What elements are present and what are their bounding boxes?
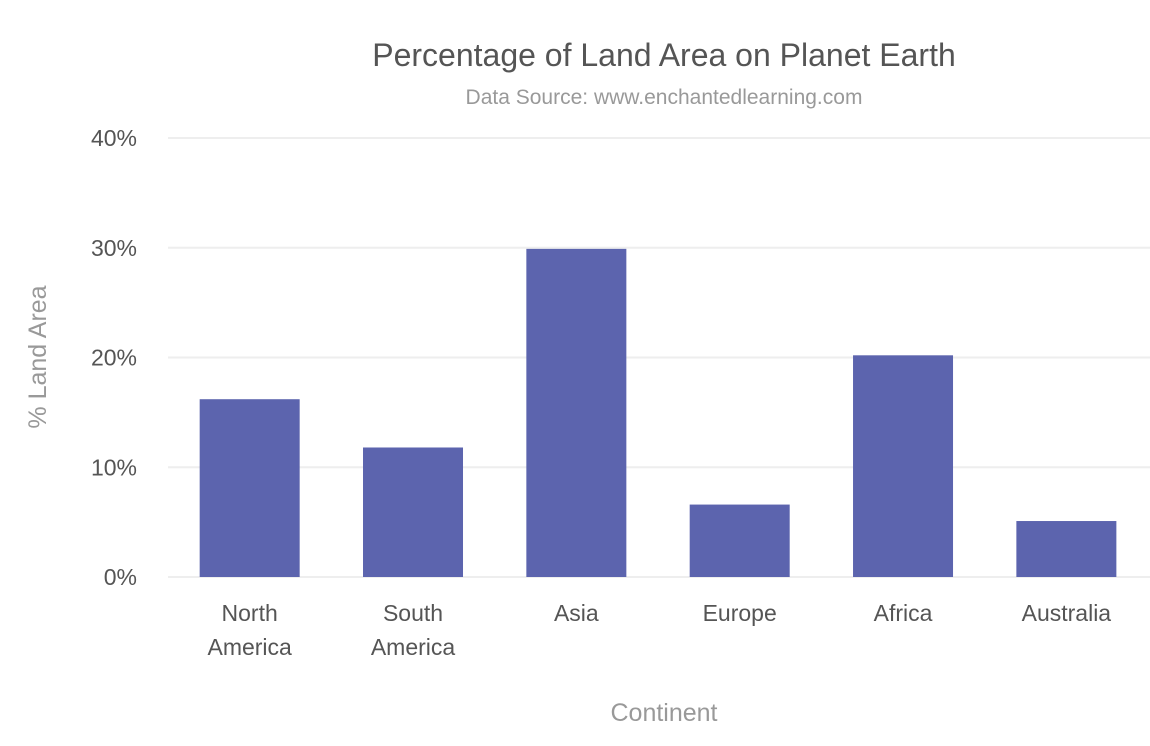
x-tick-label: Africa [874,600,933,626]
bar-asia [526,248,627,577]
chart-title: Percentage of Land Area on Planet Earth [372,37,956,73]
x-axis-ticks: North America South America Asia Europe Africa… [207,600,1111,660]
y-tick-label: 0% [104,564,137,590]
y-tick-label: 30% [91,235,137,261]
x-axis-label: Continent [610,699,717,727]
bar-south-america [363,447,464,577]
bar-chart: Percentage of Land Area on Planet Earth … [24,37,1150,727]
y-axis-label: % Land Area [24,285,52,428]
y-tick-label: 10% [91,454,137,480]
bar-africa [853,355,954,577]
x-tick-label: South America [371,600,456,660]
bar-australia [1016,521,1117,577]
bar-north-america [199,399,300,577]
x-tick-label: Asia [554,600,599,626]
chart-subtitle: Data Source: www.enchantedlearning.com [466,86,863,109]
y-tick-label: 20% [91,345,137,371]
bar-europe [689,504,790,577]
x-tick-label: Australia [1022,600,1112,626]
gridlines [168,137,1150,578]
bars [199,248,1117,577]
x-tick-label: North America [207,600,292,660]
y-axis-ticks: 0% 10% 20% 30% 40% [91,125,137,590]
x-tick-label: Europe [703,600,777,626]
y-tick-label: 40% [91,125,137,151]
